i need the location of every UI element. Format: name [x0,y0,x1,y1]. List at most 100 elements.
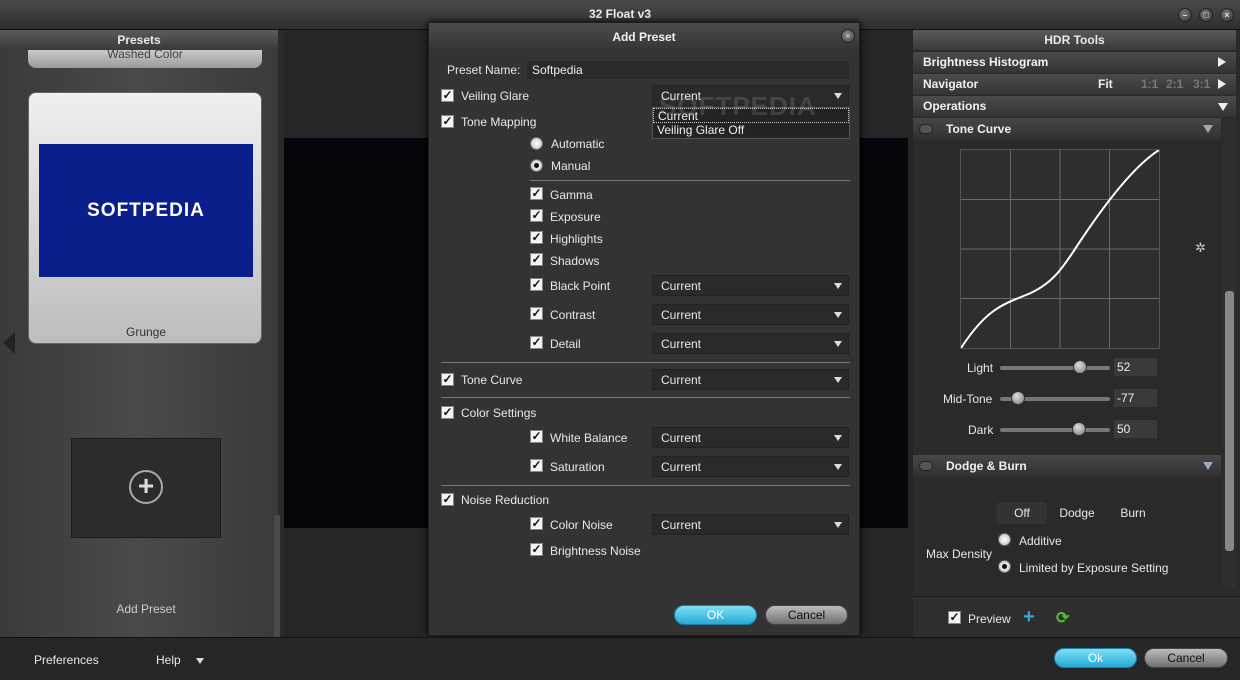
option-veiling-glare-off[interactable]: Veiling Glare Off [653,123,849,138]
color-settings-checkbox[interactable]: ✓ [441,406,454,419]
minimize-icon: – [1182,10,1188,20]
brightness-histogram-section[interactable]: Brightness Histogram [913,52,1236,73]
maximize-button[interactable]: □ [1199,8,1213,22]
preferences-button[interactable]: Preferences [34,653,99,667]
tone-mapping-label: Tone Mapping [461,115,537,129]
exposure-checkbox[interactable]: ✓ [530,209,543,222]
scroll-left-icon[interactable] [3,332,15,354]
tone-curve-dropdown[interactable]: Current [652,369,849,390]
white-balance-label: White Balance [550,431,628,445]
tone-mapping-checkbox[interactable]: ✓ [441,115,454,128]
zoom-1-1-button[interactable]: 1:1 [1141,74,1158,95]
tone-curve-checkbox[interactable]: ✓ [441,373,454,386]
scrollbar-thumb[interactable] [1225,291,1234,551]
midtone-slider[interactable] [1000,391,1110,405]
additive-radio[interactable] [998,533,1011,546]
watermark-text: SOFTPEDIA [659,91,817,121]
divider [441,397,850,398]
chevron-down-icon [834,341,842,347]
preset-item-selected[interactable]: SOFTPEDIA Grunge [28,92,262,344]
dodge-burn-toggle[interactable] [919,461,933,471]
white-balance-checkbox[interactable]: ✓ [530,430,543,443]
light-slider[interactable] [1000,360,1110,374]
window-title: 32 Float v3 [588,7,652,21]
contrast-checkbox[interactable]: ✓ [530,307,543,320]
settings-gear-icon[interactable]: ✲ [1195,240,1206,256]
preset-item-partial[interactable]: Washed Color [28,48,262,68]
limited-label: Limited by Exposure Setting [1019,561,1169,575]
tone-curve-graph[interactable] [960,149,1160,349]
preview-bar: ✓ Preview + ⟳ [913,596,1240,637]
mode-burn-button[interactable]: Burn [1108,502,1158,524]
dialog-ok-button[interactable]: OK [674,605,757,625]
zoom-3-1-button[interactable]: 3:1 [1193,74,1210,95]
help-button[interactable]: Help [156,653,181,667]
operations-scrollbar[interactable] [1223,119,1236,589]
midtone-slider-thumb[interactable] [1011,391,1025,405]
dropdown-value: Current [661,337,702,351]
dialog-close-button[interactable]: × [841,29,855,43]
color-settings-label: Color Settings [461,406,537,420]
close-icon: × [845,31,851,41]
navigator-section[interactable]: Navigator Fit 1:1 2:1 3:1 [913,74,1236,95]
black-point-dropdown[interactable]: Current [652,275,849,296]
mode-dodge-button[interactable]: Dodge [1051,502,1103,524]
contrast-dropdown[interactable]: Current [652,304,849,325]
highlights-checkbox[interactable]: ✓ [530,231,543,244]
dark-value[interactable]: 50 [1114,420,1157,438]
dropdown-value: Current [661,431,702,445]
close-button[interactable]: × [1220,8,1234,22]
black-point-label: Black Point [550,279,611,293]
zoom-fit-button[interactable]: Fit [1098,74,1113,95]
veiling-glare-checkbox[interactable]: ✓ [441,89,454,102]
dark-slider[interactable] [1000,422,1110,436]
refresh-icon[interactable]: ⟳ [1056,608,1069,628]
tone-curve-section[interactable]: Tone Curve [913,118,1221,140]
brightness-noise-checkbox[interactable]: ✓ [530,543,543,556]
cancel-button[interactable]: Cancel [1144,648,1228,668]
dark-slider-thumb[interactable] [1072,422,1086,436]
operations-section[interactable]: Operations [913,96,1236,117]
expand-right-icon [1218,79,1226,89]
manual-radio[interactable] [530,159,543,172]
add-preset-tile[interactable]: + [71,438,221,538]
black-point-checkbox[interactable]: ✓ [530,278,543,291]
chevron-down-icon[interactable] [196,658,204,664]
tone-curve-svg [960,149,1160,349]
minimize-button[interactable]: – [1178,8,1192,22]
saturation-label: Saturation [550,460,605,474]
light-slider-thumb[interactable] [1073,360,1087,374]
midtone-value[interactable]: -77 [1114,389,1157,407]
dialog-cancel-button[interactable]: Cancel [765,605,848,625]
shadows-checkbox[interactable]: ✓ [530,253,543,266]
app-window: 32 Float v3 – □ × Washed Color Presets S… [0,0,1240,680]
noise-reduction-checkbox[interactable]: ✓ [441,493,454,506]
automatic-radio[interactable] [530,137,543,150]
detail-dropdown[interactable]: Current [652,333,849,354]
saturation-dropdown[interactable]: Current [652,456,849,477]
preset-label: Grunge [125,325,167,339]
preset-name-input[interactable]: Softpedia [527,61,849,79]
presets-scrollbar[interactable] [274,515,280,637]
tone-curve-toggle[interactable] [919,124,933,134]
light-value[interactable]: 52 [1114,358,1157,376]
saturation-checkbox[interactable]: ✓ [530,459,543,472]
dialog-title: Add Preset [429,23,859,49]
add-preset-dialog: Add Preset × Preset Name: Softpedia ✓ Ve… [428,22,860,636]
dodge-burn-section[interactable]: Dodge & Burn [913,455,1221,477]
color-noise-dropdown[interactable]: Current [652,514,849,535]
add-icon[interactable]: + [1023,606,1035,629]
limited-radio[interactable] [998,560,1011,573]
thumbnail-logo: SOFTPEDIA [87,199,205,221]
white-balance-dropdown[interactable]: Current [652,427,849,448]
gamma-label: Gamma [550,188,593,202]
dark-label: Dark [968,423,994,437]
ok-button[interactable]: Ok [1054,648,1137,668]
preview-checkbox[interactable]: ✓ [948,611,961,624]
color-noise-checkbox[interactable]: ✓ [530,517,543,530]
detail-checkbox[interactable]: ✓ [530,336,543,349]
zoom-2-1-button[interactable]: 2:1 [1166,74,1183,95]
gamma-checkbox[interactable]: ✓ [530,187,543,200]
divider [530,180,850,181]
mode-off-button[interactable]: Off [997,502,1047,524]
